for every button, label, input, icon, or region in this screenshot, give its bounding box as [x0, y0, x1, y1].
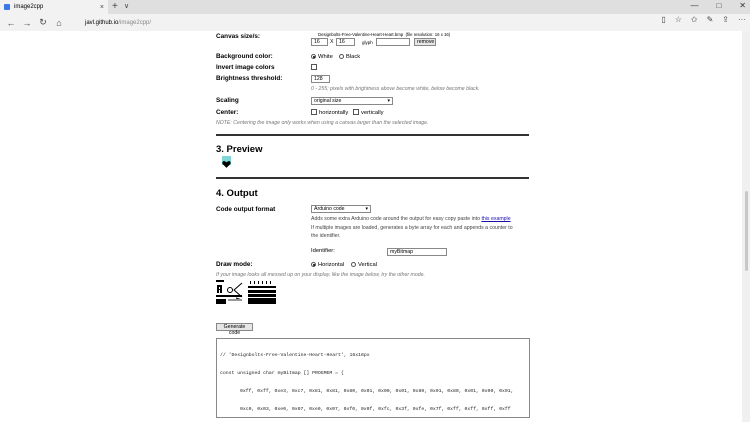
draw-horizontal-radio[interactable] [311, 262, 316, 267]
preview-canvas [222, 156, 231, 168]
center-vertical-checkbox[interactable] [353, 109, 359, 115]
canvas-height-input[interactable]: 16 [336, 38, 355, 46]
background-white-radio[interactable] [311, 54, 316, 59]
url-path: /image2cpp/ [118, 19, 152, 26]
favorite-star-icon[interactable]: ☆ [675, 15, 682, 24]
center-vertical-label: vertically [361, 109, 384, 116]
new-tab-icon[interactable]: + [112, 1, 118, 13]
code-format-selected: Arduino code [314, 206, 345, 212]
canvas-glyph-input[interactable] [376, 38, 410, 46]
canvas-file-name: Designbolts-Free-Valentine-Heart-Heart.b… [318, 32, 404, 37]
draw-mode-label: Draw mode: [216, 261, 253, 268]
output-desc-line2: If multiple images are loaded, generates… [311, 225, 513, 231]
identifier-label: Identifier: [311, 248, 335, 254]
page-content: Canvas size/s: Designbolts-Free-Valentin… [0, 31, 742, 422]
refresh-icon[interactable]: ↻ [35, 17, 51, 28]
forward-icon[interactable]: → [19, 18, 35, 28]
center-horizontal-label: horizontally [319, 109, 349, 116]
brightness-label: Brightness threshold: [216, 75, 283, 82]
code-format-select[interactable]: Arduino code ▾ [311, 205, 371, 213]
favicon-icon [4, 4, 10, 10]
brightness-note: 0 - 255; pixels with brightness above be… [311, 86, 480, 92]
invert-colors-label: Invert image colors [216, 64, 275, 71]
back-icon[interactable]: ← [3, 18, 19, 28]
address-bar[interactable]: javl.github.io/image2cpp/ [81, 17, 661, 29]
output-desc-line1: Adds some extra Arduino code around the … [311, 216, 511, 222]
minimize-icon[interactable]: — [690, 1, 698, 10]
maximize-icon[interactable]: □ [716, 1, 721, 10]
draw-vertical-radio[interactable] [351, 262, 356, 267]
brightness-input[interactable]: 128 [311, 75, 330, 83]
browser-tab[interactable]: image2cpp × [0, 0, 108, 14]
favorites-bar-icon[interactable]: ✩ [691, 15, 698, 24]
share-icon[interactable]: ⇪ [722, 15, 729, 24]
home-icon[interactable]: ⌂ [51, 18, 67, 28]
chevron-down-icon: ▾ [365, 206, 368, 212]
more-icon[interactable]: ··· [738, 15, 746, 24]
scaling-select[interactable]: original size ▾ [311, 97, 393, 105]
navigation-bar: ← → ↻ ⌂ javl.github.io/image2cpp/ [0, 14, 750, 31]
tab-list-chevron-icon[interactable]: ∨ [124, 2, 129, 10]
code-line: 0xff, 0xff, 0xe3, 0xc7, 0x81, 0x81, 0x80… [240, 389, 514, 394]
tab-bar: image2cpp × + ∨ — □ ✕ [0, 0, 750, 14]
close-tab-icon[interactable]: × [100, 4, 104, 11]
scaling-label: Scaling [216, 97, 239, 104]
generate-code-button[interactable]: Generate code [216, 323, 253, 336]
background-white-label: White [318, 53, 333, 60]
background-color-label: Background color: [216, 53, 273, 60]
window-controls: — □ ✕ [690, 1, 746, 10]
url-host: javl.github.io [85, 19, 119, 26]
code-line: const unsigned char myBitmap [] PROGMEM … [220, 371, 344, 376]
identifier-input[interactable]: myBitmap [387, 248, 447, 256]
canvas-size-label: Canvas size/s: [216, 33, 261, 40]
scrollbar-thumb[interactable] [745, 191, 748, 271]
toolbar-right: ▯ ☆ ✩ ✎ ⇪ ··· [661, 15, 746, 24]
center-horizontal-checkbox[interactable] [311, 109, 317, 115]
canvas-file-res: (file resolution: 16 x 16) [405, 32, 451, 37]
center-note: NOTE: Centering the image only works whe… [216, 120, 429, 126]
browser-chrome: image2cpp × + ∨ — □ ✕ ← → ↻ ⌂ javl.githu… [0, 0, 750, 31]
draw-mode-note: If your image looks all messed up on you… [216, 272, 425, 278]
code-line: // 'Designbolts-Free-Valentine-Heart-Hea… [220, 353, 370, 358]
canvas-file-info: Designbolts-Free-Valentine-Heart-Heart.b… [318, 32, 450, 37]
remove-button[interactable]: remove [414, 38, 436, 46]
background-black-radio[interactable] [339, 54, 344, 59]
section-divider [216, 177, 529, 179]
canvas-unit-label: glyph [362, 39, 373, 45]
invert-colors-checkbox[interactable] [311, 64, 317, 70]
draw-vertical-label: Vertical [358, 261, 378, 268]
canvas-width-input[interactable]: 16 [311, 38, 328, 46]
output-desc-text: Adds some extra Arduino code around the … [311, 216, 480, 222]
output-heading: 4. Output [216, 188, 258, 199]
tab-title: image2cpp [14, 4, 44, 10]
scaling-selected: original size [314, 98, 342, 104]
code-format-label: Code output format [216, 206, 276, 213]
background-black-label: Black [346, 53, 361, 60]
code-output-textarea[interactable]: // 'Designbolts-Free-Valentine-Heart-Hea… [216, 338, 530, 418]
example-link[interactable]: this example [481, 216, 510, 222]
section-divider [216, 134, 529, 136]
canvas-x-label: X [330, 39, 334, 45]
code-line: 0xc0, 0x03, 0xe0, 0x07, 0xe0, 0x07, 0xf0… [240, 407, 511, 412]
center-label: Center: [216, 109, 239, 116]
close-window-icon[interactable]: ✕ [739, 1, 746, 10]
pen-icon[interactable]: ✎ [707, 15, 714, 24]
reading-view-icon[interactable]: ▯ [661, 15, 665, 24]
output-desc-line3: the identifier. [311, 233, 341, 239]
draw-horizontal-label: Horizontal [318, 261, 345, 268]
chevron-down-icon: ▾ [387, 98, 390, 104]
draw-mode-example-image [216, 280, 276, 304]
heart-icon [222, 161, 231, 168]
preview-heading: 3. Preview [216, 144, 263, 155]
page-scrollbar[interactable] [742, 31, 750, 422]
